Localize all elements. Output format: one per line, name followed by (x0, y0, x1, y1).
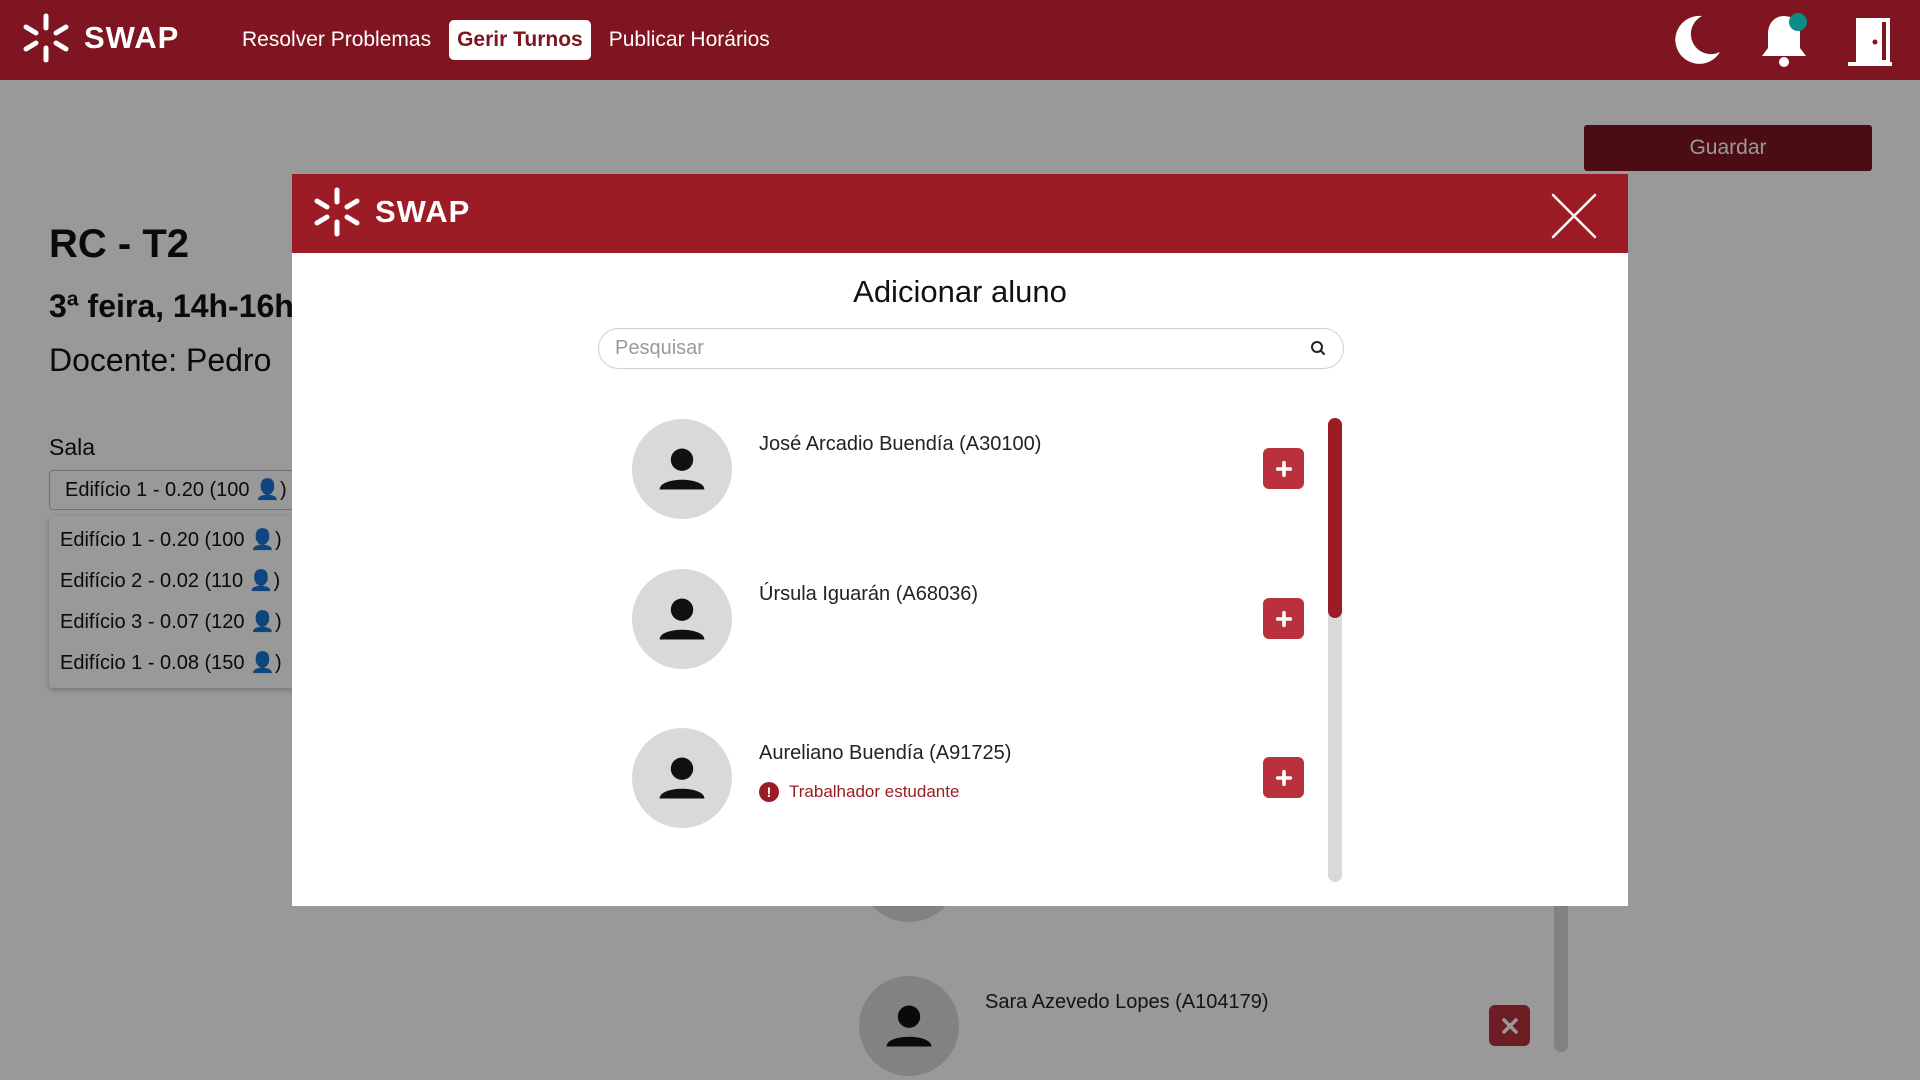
search-input[interactable] (615, 329, 1295, 368)
alert-icon: ! (759, 782, 779, 802)
add-student-button[interactable] (1263, 598, 1304, 639)
brand[interactable]: SWAP (20, 12, 179, 64)
modal-brand: SWAP (311, 186, 470, 238)
plus-icon (1275, 769, 1292, 786)
search-icon[interactable] (1309, 339, 1327, 357)
avatar (632, 728, 732, 828)
add-student-modal: SWAP Adicionar aluno José Arcadio Buendí… (292, 174, 1628, 906)
student-name: Úrsula Iguarán (A68036) (759, 583, 979, 605)
modal-header: SWAP (292, 174, 1628, 253)
nav-icons (1638, 12, 1896, 68)
plus-icon (1275, 610, 1292, 627)
nav-link-resolver-problemas[interactable]: Resolver Problemas (234, 20, 439, 60)
list-item: Aureliano Buendía (A91725) ! Trabalhador… (632, 728, 1312, 838)
student-name: José Arcadio Buendía (A30100) (759, 433, 1042, 455)
add-student-button[interactable] (1263, 757, 1304, 798)
swap-logo-icon (314, 187, 360, 237)
notifications[interactable] (1758, 12, 1810, 68)
user-icon (659, 598, 705, 640)
user-icon (659, 757, 705, 799)
modal-title: Adicionar aluno (853, 274, 1067, 309)
notification-dot (1789, 13, 1807, 31)
avatar (632, 419, 732, 519)
top-navbar: SWAP Resolver Problemas Gerir Turnos Pub… (0, 0, 1920, 80)
student-name: Aureliano Buendía (A91725) (759, 742, 1012, 764)
avatar (632, 569, 732, 669)
close-icon[interactable] (1551, 193, 1597, 239)
modal-scrollbar-thumb[interactable] (1328, 418, 1342, 618)
nav-links: Resolver Problemas Gerir Turnos Publicar… (234, 20, 788, 60)
nav-link-gerir-turnos[interactable]: Gerir Turnos (449, 20, 591, 60)
plus-icon (1275, 460, 1292, 477)
moon-icon[interactable] (1672, 12, 1724, 68)
student-tag-label: Trabalhador estudante (789, 782, 960, 801)
exit-door-icon[interactable] (1844, 12, 1896, 68)
modal-brand-name: SWAP (375, 194, 471, 229)
list-item: José Arcadio Buendía (A30100) (632, 419, 1312, 529)
student-search-results: José Arcadio Buendía (A30100) Úrsula Igu… (632, 419, 1312, 889)
brand-name: SWAP (84, 20, 180, 55)
user-icon (659, 448, 705, 490)
nav-link-publicar-horarios[interactable]: Publicar Horários (601, 20, 778, 60)
swap-logo-icon (23, 13, 69, 63)
add-student-button[interactable] (1263, 448, 1304, 489)
list-item: Úrsula Iguarán (A68036) (632, 569, 1312, 679)
student-tag: ! Trabalhador estudante (759, 782, 959, 802)
search-box (598, 328, 1344, 369)
